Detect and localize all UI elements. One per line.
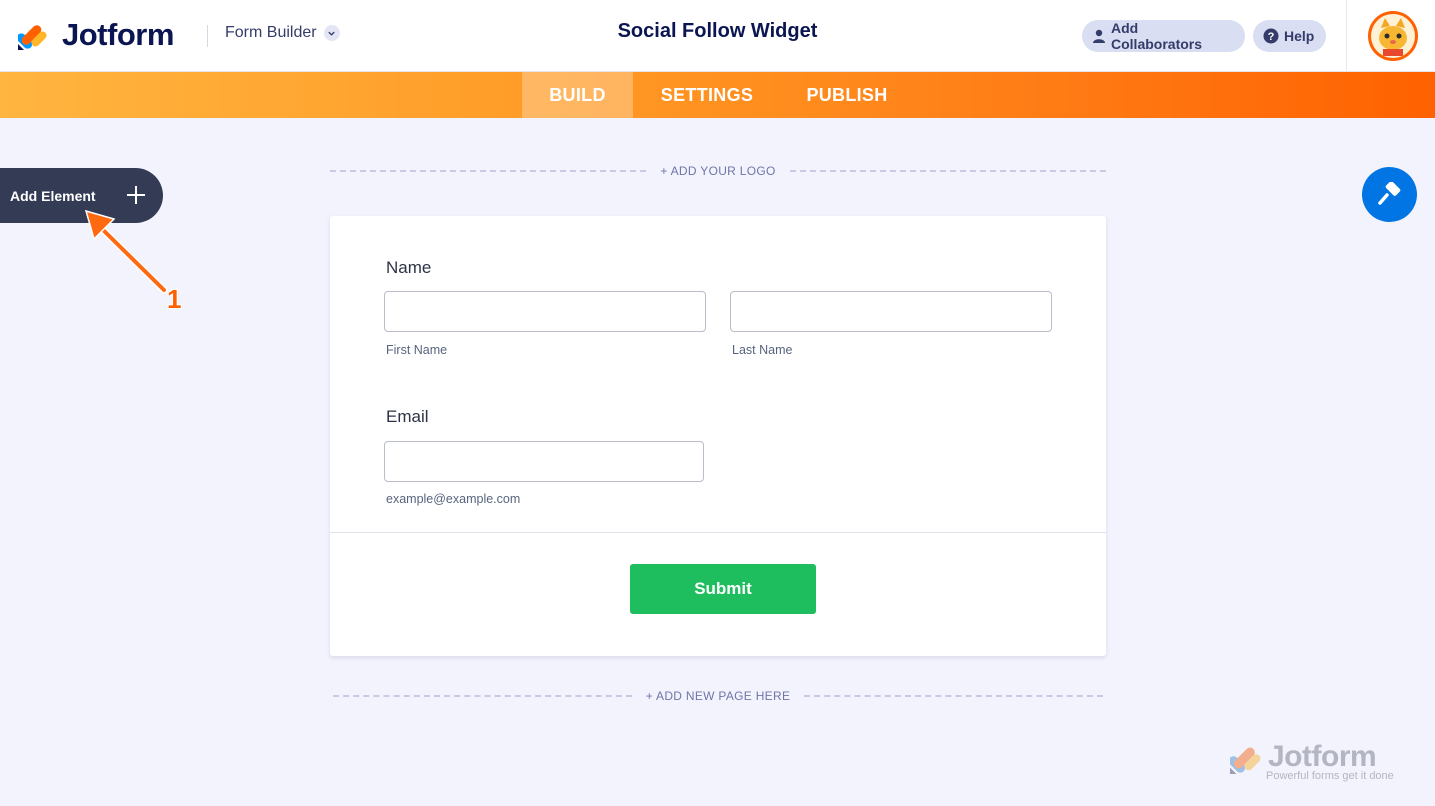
chevron-down-icon [323, 25, 340, 41]
email-sublabel: example@example.com [386, 492, 521, 506]
dashed-divider [804, 695, 1104, 697]
watermark-brand: Jotform [1268, 740, 1377, 773]
last-name-sublabel: Last Name [732, 343, 793, 357]
add-element-label: Add Element [10, 187, 96, 204]
user-avatar[interactable] [1368, 11, 1418, 61]
add-page-row: + ADD NEW PAGE HERE [333, 687, 1104, 705]
question-mark-icon: ? [1263, 28, 1279, 44]
tab-build[interactable]: BUILD [522, 72, 633, 118]
dashed-divider [330, 170, 647, 172]
builder-tab-bar: BUILD SETTINGS PUBLISH [0, 72, 1435, 118]
add-collaborators-button[interactable]: Add Collaborators [1082, 20, 1245, 52]
jotform-watermark[interactable]: Jotform Powerful forms get it done [1230, 740, 1410, 785]
form-card: Name First Name Last Name Email example@… [330, 216, 1106, 656]
email-input[interactable] [384, 441, 704, 482]
dashed-divider [789, 170, 1106, 172]
dashed-divider [333, 695, 632, 697]
cat-avatar-icon [1371, 14, 1415, 58]
add-logo-row: + ADD YOUR LOGO [330, 162, 1106, 180]
first-name-sublabel: First Name [386, 343, 448, 357]
last-name-input[interactable] [730, 291, 1052, 332]
app-header: Jotform Form Builder Social Follow Widge… [0, 0, 1435, 72]
email-question-label: Email [386, 407, 429, 426]
tab-publish[interactable]: PUBLISH [781, 72, 913, 118]
jotform-logo[interactable]: Jotform [18, 18, 174, 52]
add-element-button[interactable]: Add Element [0, 168, 163, 223]
help-button[interactable]: ? Help [1253, 20, 1326, 52]
svg-text:?: ? [1268, 31, 1275, 43]
help-label: Help [1284, 28, 1315, 44]
user-icon [1092, 29, 1106, 43]
annotation-step-number: 1 [167, 284, 182, 314]
form-builder-dropdown[interactable]: Form Builder [225, 24, 340, 42]
form-builder-label: Form Builder [225, 24, 317, 41]
add-collaborators-label: Add Collaborators [1111, 20, 1203, 52]
header-separator [1346, 0, 1347, 72]
add-new-page-link[interactable]: + ADD NEW PAGE HERE [632, 689, 805, 703]
header-divider [207, 25, 208, 47]
jotform-logo-icon [1230, 747, 1261, 774]
jotform-logo-icon [18, 25, 47, 50]
submit-button[interactable]: Submit [630, 564, 816, 614]
brand-name: Jotform [62, 17, 174, 52]
card-divider [330, 532, 1106, 533]
paint-roller-icon [1377, 181, 1400, 205]
add-logo-link[interactable]: + ADD YOUR LOGO [646, 164, 789, 178]
form-designer-button[interactable] [1362, 167, 1417, 222]
watermark-tagline: Powerful forms get it done [1266, 770, 1394, 782]
tab-settings[interactable]: SETTINGS [633, 72, 781, 118]
plus-icon [127, 186, 145, 204]
first-name-input[interactable] [384, 291, 706, 332]
name-question-label: Name [386, 258, 432, 277]
